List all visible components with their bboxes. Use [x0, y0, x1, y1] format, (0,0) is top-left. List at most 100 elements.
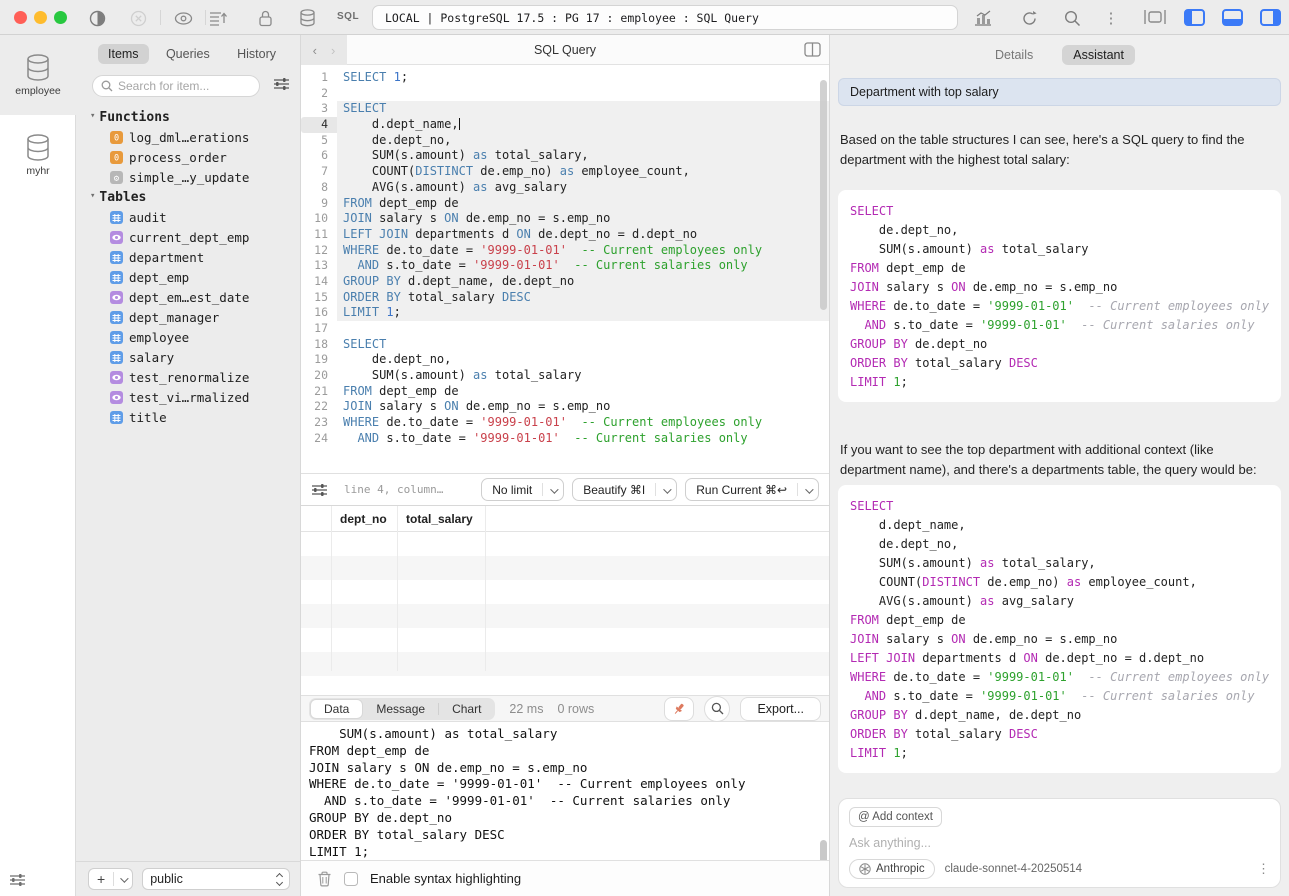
- tab-message[interactable]: Message: [363, 699, 438, 719]
- tab-details[interactable]: Details: [984, 45, 1044, 65]
- minimize-window-button[interactable]: [34, 11, 47, 24]
- editor-line-3[interactable]: 3SELECT: [301, 101, 829, 117]
- editor-line-5[interactable]: 5 de.dept_no,: [301, 133, 829, 149]
- eye-icon[interactable]: [172, 7, 194, 29]
- filter-sliders-icon[interactable]: [273, 77, 290, 91]
- line-number: 3: [301, 101, 337, 117]
- tab-data[interactable]: Data: [310, 699, 363, 719]
- chat-options-icon[interactable]: ⋮: [1257, 861, 1270, 877]
- tree-item-dept-em-est-date[interactable]: dept_em…est_date: [76, 287, 300, 307]
- editor-tab-title[interactable]: SQL Query: [301, 35, 829, 65]
- zoom-window-button[interactable]: [54, 11, 67, 24]
- editor-line-21[interactable]: 21FROM dept_emp de: [301, 384, 829, 400]
- tree-section-functions[interactable]: ▾Functions: [76, 107, 300, 127]
- editor-line-6[interactable]: 6 SUM(s.amount) as total_salary,: [301, 148, 829, 164]
- column-header-total-salary[interactable]: total_salary: [397, 512, 485, 526]
- editor-line-13[interactable]: 13 AND s.to_date = '9999-01-01' -- Curre…: [301, 258, 829, 274]
- tree-item-process-order[interactable]: 0process_order: [76, 147, 300, 167]
- search-input[interactable]: Search for item...: [92, 75, 260, 97]
- editor-line-8[interactable]: 8 AVG(s.amount) as avg_salary: [301, 180, 829, 196]
- add-item-button[interactable]: +: [88, 868, 133, 890]
- editor-line-18[interactable]: 18SELECT: [301, 337, 829, 353]
- editor-line-11[interactable]: 11LEFT JOIN departments d ON de.dept_no …: [301, 227, 829, 243]
- editor-line-17[interactable]: 17: [301, 321, 829, 337]
- toggle-right-panel-button[interactable]: [1260, 9, 1281, 26]
- schema-value: public: [150, 872, 183, 886]
- more-options-icon[interactable]: ⋮: [1100, 7, 1122, 29]
- editor-line-24[interactable]: 24 AND s.to_date = '9999-01-01' -- Curre…: [301, 431, 829, 447]
- connection-title[interactable]: LOCAL | PostgreSQL 17.5 : PG 17 : employ…: [372, 5, 958, 30]
- connection-item-employee[interactable]: employee: [0, 35, 76, 115]
- split-view-icon[interactable]: [804, 42, 821, 57]
- editor-line-20[interactable]: 20 SUM(s.amount) as total_salary: [301, 368, 829, 384]
- pin-button[interactable]: [664, 697, 694, 721]
- tree-item-current-dept-emp[interactable]: current_dept_emp: [76, 227, 300, 247]
- editor-line-9[interactable]: 9FROM dept_emp de: [301, 196, 829, 212]
- sql-editor[interactable]: 1SELECT 1;23SELECT4 d.dept_name,5 de.dep…: [301, 65, 829, 473]
- tree-item-simple-y-update[interactable]: ⚙simple_…y_update: [76, 167, 300, 187]
- run-current-button[interactable]: Run Current ⌘↩: [685, 478, 819, 501]
- tree-section-tables[interactable]: ▾Tables: [76, 187, 300, 207]
- tab-assistant[interactable]: Assistant: [1062, 45, 1135, 65]
- editor-line-19[interactable]: 19 de.dept_no,: [301, 352, 829, 368]
- connection-power-icon[interactable]: [86, 7, 108, 29]
- tab-items[interactable]: Items: [98, 44, 149, 64]
- tree-item-test-vi-rmalized[interactable]: test_vi…rmalized: [76, 387, 300, 407]
- tree-item-salary[interactable]: salary: [76, 347, 300, 367]
- chart-icon[interactable]: [972, 7, 994, 29]
- editor-settings-icon[interactable]: [311, 483, 328, 497]
- tab-queries[interactable]: Queries: [156, 44, 220, 64]
- center-layout-icon[interactable]: [1143, 9, 1167, 25]
- editor-line-23[interactable]: 23WHERE de.to_date = '9999-01-01' -- Cur…: [301, 415, 829, 431]
- editor-line-14[interactable]: 14GROUP BY d.dept_name, de.dept_no: [301, 274, 829, 290]
- syntax-highlighting-checkbox[interactable]: [344, 872, 358, 886]
- schema-select[interactable]: public: [142, 868, 290, 890]
- column-header-dept-no[interactable]: dept_no: [331, 512, 397, 526]
- lock-icon[interactable]: [254, 7, 276, 29]
- line-number: 18: [301, 337, 337, 353]
- line-text: [337, 321, 829, 337]
- export-button[interactable]: Export...: [740, 697, 821, 721]
- structure-list-icon[interactable]: [208, 7, 230, 29]
- tree-item-title[interactable]: title: [76, 407, 300, 427]
- tree-item-test-renormalize[interactable]: test_renormalize: [76, 367, 300, 387]
- tab-history[interactable]: History: [227, 44, 286, 64]
- tree-item-dept-manager[interactable]: dept_manager: [76, 307, 300, 327]
- trash-icon[interactable]: [317, 871, 332, 887]
- editor-line-1[interactable]: 1SELECT 1;: [301, 70, 829, 86]
- editor-scrollbar[interactable]: [820, 80, 827, 310]
- editor-line-22[interactable]: 22JOIN salary s ON de.emp_no = s.emp_no: [301, 399, 829, 415]
- tree-item-employee[interactable]: employee: [76, 327, 300, 347]
- editor-line-16[interactable]: 16LIMIT 1;: [301, 305, 829, 321]
- connection-item-myhr[interactable]: myhr: [0, 133, 76, 177]
- tree-item-label: current_dept_emp: [129, 230, 249, 245]
- editor-line-4[interactable]: 4 d.dept_name,: [301, 117, 829, 133]
- line-number: 17: [301, 321, 337, 337]
- database-icon[interactable]: [296, 7, 318, 29]
- limit-dropdown[interactable]: No limit: [481, 478, 564, 501]
- add-context-chip[interactable]: @ Add context: [849, 807, 942, 827]
- tab-chart[interactable]: Chart: [439, 699, 494, 719]
- provider-chip[interactable]: Anthropic: [849, 859, 935, 879]
- toggle-left-panel-button[interactable]: [1184, 9, 1205, 26]
- settings-sliders-icon[interactable]: [9, 873, 26, 887]
- code-line: LIMIT 1;: [850, 373, 1281, 392]
- editor-line-15[interactable]: 15ORDER BY total_salary DESC: [301, 290, 829, 306]
- editor-line-7[interactable]: 7 COUNT(DISTINCT de.emp_no) as employee_…: [301, 164, 829, 180]
- editor-line-10[interactable]: 10JOIN salary s ON de.emp_no = s.emp_no: [301, 211, 829, 227]
- chat-input[interactable]: Ask anything...: [849, 836, 1270, 850]
- refresh-icon[interactable]: [1018, 7, 1040, 29]
- tree-item-log-dml-erations[interactable]: 0log_dml…erations: [76, 127, 300, 147]
- editor-line-2[interactable]: 2: [301, 86, 829, 102]
- search-results-button[interactable]: [704, 696, 730, 722]
- toggle-bottom-panel-button[interactable]: [1222, 9, 1243, 26]
- tree-item-department[interactable]: department: [76, 247, 300, 267]
- beautify-button[interactable]: Beautify ⌘I: [572, 478, 677, 501]
- conversation-title-banner[interactable]: Department with top salary: [838, 78, 1281, 106]
- svg-text:0: 0: [114, 133, 119, 143]
- tree-item-audit[interactable]: audit: [76, 207, 300, 227]
- editor-line-12[interactable]: 12WHERE de.to_date = '9999-01-01' -- Cur…: [301, 243, 829, 259]
- search-icon[interactable]: [1061, 7, 1083, 29]
- close-window-button[interactable]: [14, 11, 27, 24]
- tree-item-dept-emp[interactable]: dept_emp: [76, 267, 300, 287]
